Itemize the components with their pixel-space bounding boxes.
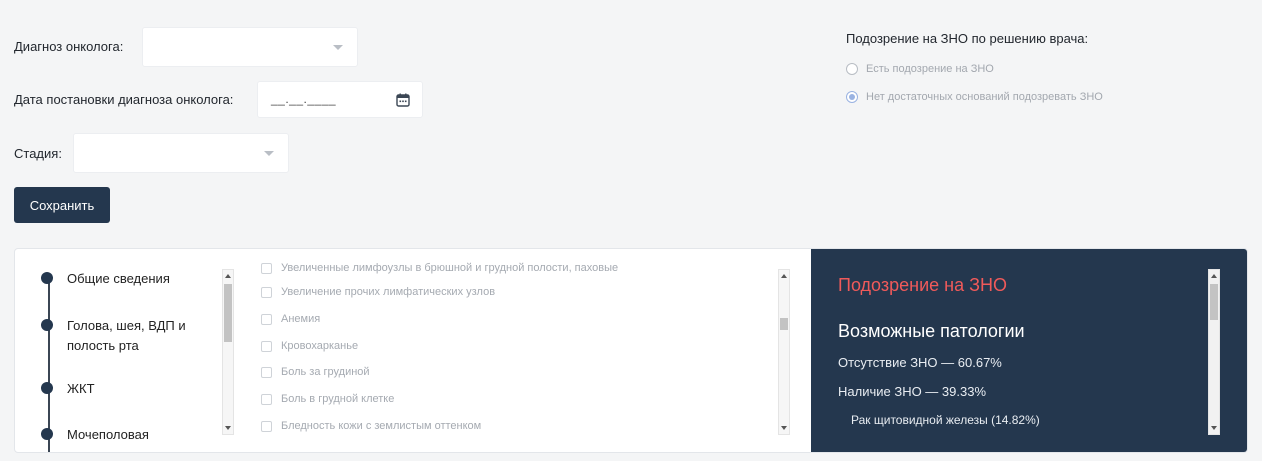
scroll-up-icon[interactable] xyxy=(781,274,787,278)
checkbox[interactable] xyxy=(261,313,272,325)
radio-label: Есть подозрение на ЗНО xyxy=(866,63,994,75)
chevron-down-icon xyxy=(333,45,343,50)
timeline-dot xyxy=(41,428,53,440)
diagnosis-date-input[interactable]: __.__.____ xyxy=(257,81,423,118)
symptom-item[interactable]: Бледность кожи с землистым оттенком xyxy=(261,420,481,432)
scroll-down-icon[interactable] xyxy=(1211,426,1217,430)
timeline-scrollbar[interactable] xyxy=(222,269,234,435)
symptom-label: Бледность кожи с землистым оттенком xyxy=(281,420,482,432)
scroll-up-icon[interactable] xyxy=(225,274,231,278)
timeline-item-general[interactable]: Общие сведения xyxy=(41,269,170,289)
checkbox[interactable] xyxy=(261,262,272,274)
thyroid-cancer-probability: Рак щитовидной железы (14.82%) xyxy=(851,413,1040,427)
suspicion-title: Подозрение на ЗНО по решению врача: xyxy=(846,31,1089,46)
checkbox[interactable] xyxy=(261,286,272,298)
possible-pathologies-heading: Возможные патологии xyxy=(838,321,1025,341)
calendar-icon[interactable] xyxy=(396,93,410,107)
checkbox[interactable] xyxy=(261,393,272,405)
symptom-item[interactable]: Увеличение прочих лимфатических узлов xyxy=(261,286,495,298)
timeline-label: Общие сведения xyxy=(67,271,170,286)
timeline-dot xyxy=(41,382,53,394)
checkbox[interactable] xyxy=(261,420,272,432)
symptom-item[interactable]: Увеличенные лимфоузлы в брюшной и грудно… xyxy=(261,262,618,274)
oncologist-diagnosis-select[interactable] xyxy=(142,27,358,67)
diagnosis-date-value: __.__.____ xyxy=(271,92,337,106)
timeline-label: ЖКТ xyxy=(67,381,95,396)
radio-option-suspicion-yes[interactable]: Есть подозрение на ЗНО xyxy=(846,63,994,75)
symptoms-scrollbar[interactable] xyxy=(778,269,790,435)
symptom-label: Кровохарканье xyxy=(281,340,359,352)
symptom-label: Боль за грудиной xyxy=(281,366,370,378)
scroll-thumb[interactable] xyxy=(1210,284,1218,320)
prediction-result-pane: Подозрение на ЗНО Возможные патологии От… xyxy=(811,249,1247,452)
timeline-label: Мочеполовая xyxy=(67,427,149,442)
symptom-label: Анемия xyxy=(281,313,321,325)
timeline-label: Голова, шея, ВДП и полость рта xyxy=(67,318,186,353)
questionnaire-panel: Общие сведения Голова, шея, ВДП и полост… xyxy=(14,248,1248,453)
symptom-checklist: Увеличенные лимфоузлы в брюшной и грудно… xyxy=(261,249,791,452)
timeline-item-head-neck[interactable]: Голова, шея, ВДП и полость рта xyxy=(41,316,211,356)
scroll-thumb[interactable] xyxy=(780,318,788,330)
symptom-label: Боль в грудной клетке xyxy=(281,393,395,405)
timeline-dot xyxy=(41,272,53,284)
checkbox[interactable] xyxy=(261,340,272,352)
no-zno-probability: Отсутствие ЗНО — 60.67% xyxy=(838,355,1002,370)
symptom-label: Увеличение прочих лимфатических узлов xyxy=(281,286,496,298)
chevron-down-icon xyxy=(264,151,274,156)
section-timeline: Общие сведения Голова, шея, ВДП и полост… xyxy=(15,249,225,452)
stage-select[interactable] xyxy=(73,133,289,173)
symptom-item[interactable]: Боль за грудиной xyxy=(261,366,370,378)
scroll-down-icon[interactable] xyxy=(225,426,231,430)
scroll-thumb[interactable] xyxy=(224,284,232,342)
suspicion-heading: Подозрение на ЗНО xyxy=(838,275,1007,295)
radio-option-suspicion-no[interactable]: Нет достаточных оснований подозревать ЗН… xyxy=(846,91,1103,103)
symptom-item[interactable]: Анемия xyxy=(261,313,320,325)
radio-button-selected[interactable] xyxy=(846,91,858,103)
timeline-item-urogenital[interactable]: Мочеполовая xyxy=(41,425,149,445)
scroll-up-icon[interactable] xyxy=(1211,274,1217,278)
symptom-label: Увеличенные лимфоузлы в брюшной и грудно… xyxy=(281,262,619,274)
diagnosis-date-label: Дата постановки диагноза онколога: xyxy=(14,92,234,107)
oncologist-diagnosis-label: Диагноз онколога: xyxy=(14,39,124,54)
symptom-item[interactable]: Кровохарканье xyxy=(261,340,358,352)
stage-label: Стадия: xyxy=(14,146,62,161)
checkbox[interactable] xyxy=(261,366,272,378)
timeline-dot xyxy=(41,319,53,331)
scroll-down-icon[interactable] xyxy=(781,426,787,430)
zno-probability: Наличие ЗНО — 39.33% xyxy=(838,384,987,399)
result-scrollbar[interactable] xyxy=(1208,269,1220,435)
radio-button[interactable] xyxy=(846,63,858,75)
save-button[interactable]: Сохранить xyxy=(14,187,110,223)
radio-label: Нет достаточных оснований подозревать ЗН… xyxy=(866,91,1103,103)
timeline-item-gi[interactable]: ЖКТ xyxy=(41,379,95,399)
symptom-item[interactable]: Боль в грудной клетке xyxy=(261,393,394,405)
